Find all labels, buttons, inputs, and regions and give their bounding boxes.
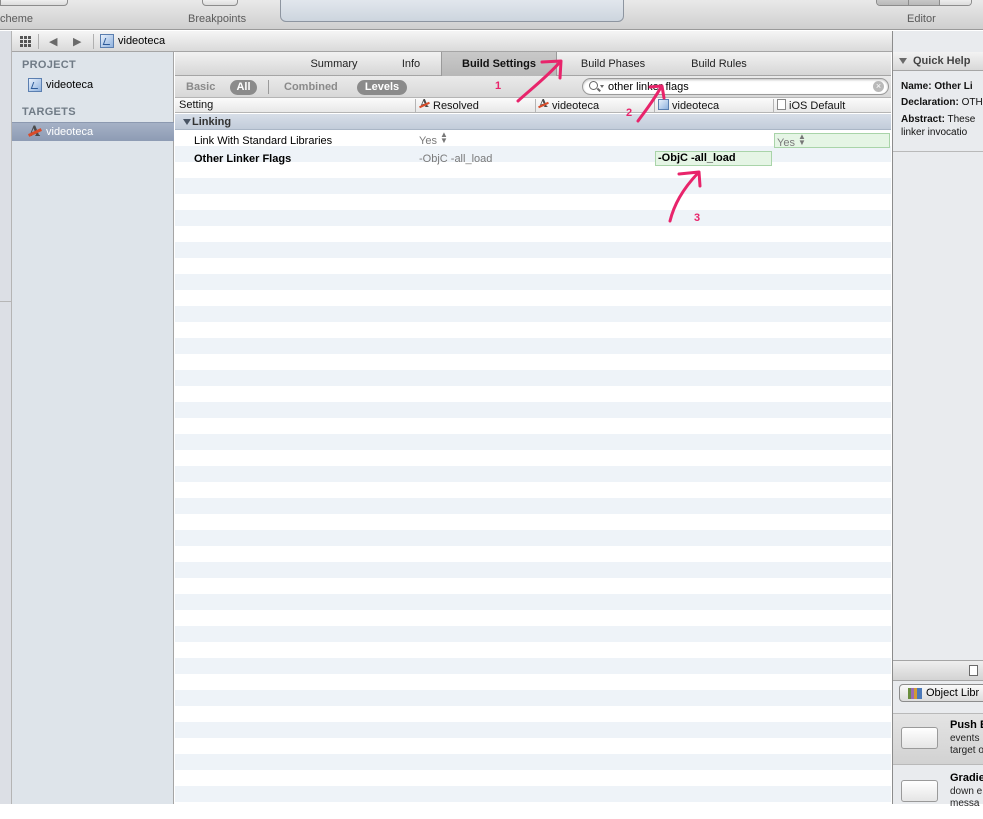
annotation-arrow-2 xyxy=(636,85,663,123)
annotation-number-1: 1 xyxy=(495,80,502,92)
annotation-arrow-1 xyxy=(516,60,562,103)
annotation-overlay xyxy=(516,59,702,223)
annotation-number-3: 3 xyxy=(694,212,701,224)
annotation-number-2: 2 xyxy=(626,107,633,119)
